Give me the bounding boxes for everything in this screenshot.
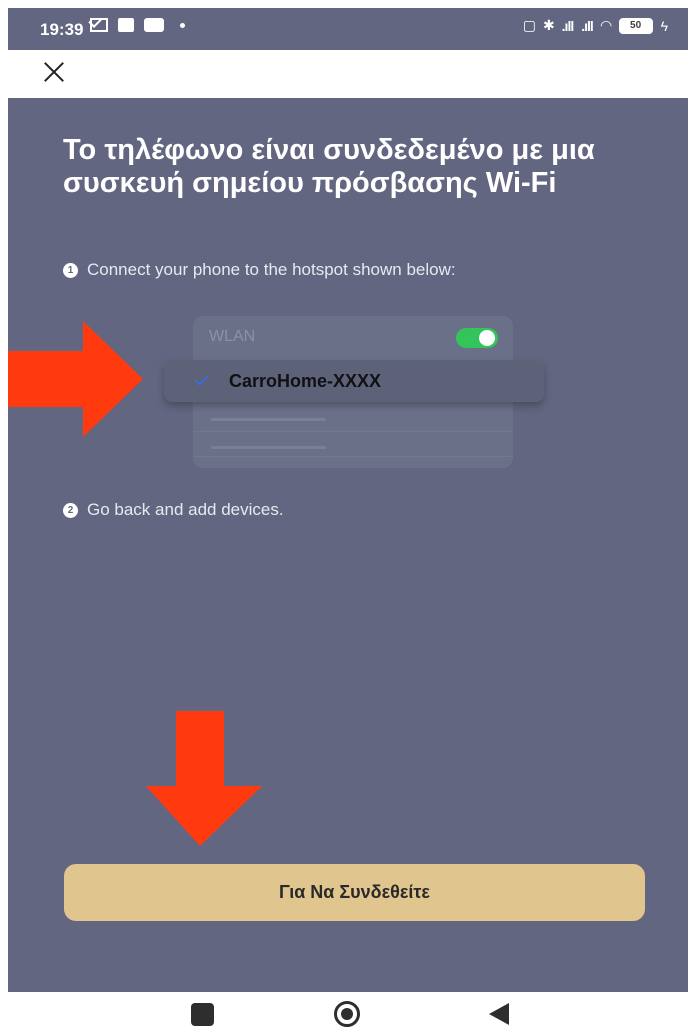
divider	[193, 431, 513, 432]
network-name: CarroHome-XXXX	[229, 371, 382, 391]
step-number-2: 2	[63, 502, 78, 518]
wlan-toggle-icon	[456, 328, 498, 348]
arrow-down-icon	[146, 711, 262, 846]
arrow-right-icon	[8, 321, 143, 437]
notification-icons	[90, 18, 185, 32]
signal-icon: .ıll	[581, 17, 594, 34]
home-icon[interactable]	[334, 1001, 360, 1027]
page-title: Το τηλέφωνο είναι συνδεδεμένο με μια συσ…	[63, 134, 595, 199]
system-icons: ▢ ✱ .ıll .ıll ◠ 50 ϟ	[523, 17, 668, 34]
recent-apps-icon[interactable]	[191, 1003, 214, 1026]
toggle-knob	[479, 330, 495, 346]
instruction-step-1: 1 Connect your phone to the hotspot show…	[63, 260, 456, 280]
nfc-icon: ▢	[522, 17, 536, 33]
step-number-1: 1	[63, 262, 78, 278]
top-toolbar	[8, 50, 688, 98]
more-notifications-icon	[180, 22, 185, 28]
status-bar: 19:39 ▢ ✱ .ıll .ıll ◠ 50 ϟ	[8, 8, 688, 50]
message-icon	[118, 18, 134, 32]
connect-button[interactable]: Για Να Συνδεθείτε	[64, 864, 645, 921]
video-icon	[144, 18, 164, 32]
wifi-icon: ◠	[600, 17, 612, 33]
placeholder-network	[211, 446, 326, 449]
navigation-bar	[8, 992, 688, 1030]
status-time: 19:39	[40, 20, 84, 39]
close-icon[interactable]	[40, 58, 68, 86]
battery-icon: 50	[618, 17, 653, 34]
placeholder-network	[211, 418, 326, 421]
bluetooth-icon: ✱	[542, 17, 555, 33]
divider	[193, 456, 513, 457]
back-icon[interactable]	[489, 1003, 509, 1025]
instruction-step-2: 2 Go back and add devices.	[63, 500, 284, 520]
wlan-label: WLAN	[209, 328, 256, 345]
step-2-text: Go back and add devices.	[87, 500, 284, 519]
network-item: CarroHome-XXXX	[164, 360, 544, 402]
signal-icon: .ıll	[561, 17, 575, 34]
mail-icon	[90, 18, 108, 32]
checkmark-icon	[194, 372, 209, 386]
main-content: Το τηλέφωνο είναι συνδεδεμένο με μια συσ…	[8, 98, 688, 992]
charging-icon: ϟ	[660, 17, 668, 34]
step-1-text: Connect your phone to the hotspot shown …	[87, 260, 456, 279]
